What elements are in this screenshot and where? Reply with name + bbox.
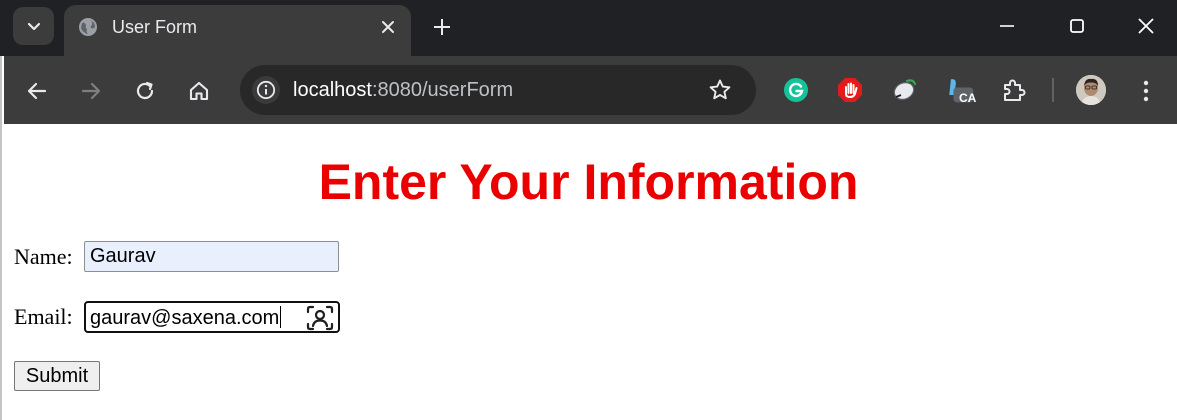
back-button[interactable]	[24, 78, 50, 104]
tab-strip: User Form	[0, 0, 1177, 56]
avatar-icon	[1076, 75, 1106, 105]
plus-icon	[434, 19, 450, 35]
url-host: localhost	[293, 79, 372, 101]
globe-icon	[79, 18, 97, 36]
extensions-button[interactable]	[1000, 76, 1028, 104]
adblock-extension[interactable]	[836, 76, 864, 104]
close-window-button[interactable]	[1134, 14, 1158, 38]
tab-close-button[interactable]	[378, 17, 398, 37]
email-value: gaurav@saxena.com	[90, 306, 282, 330]
profile-avatar[interactable]	[1076, 75, 1106, 105]
active-tab[interactable]: User Form	[64, 5, 411, 56]
name-row: Name:	[14, 241, 354, 273]
close-icon	[382, 21, 394, 33]
name-input[interactable]	[84, 241, 339, 272]
submit-button[interactable]: Submit	[14, 361, 100, 391]
mouse-extension[interactable]	[891, 76, 919, 104]
toolbar-divider	[1052, 78, 1054, 102]
autofill-button[interactable]	[306, 305, 334, 331]
maximize-icon	[1070, 19, 1084, 33]
adblock-icon	[838, 78, 862, 102]
page-title: Enter Your Information	[318, 154, 859, 210]
window-edge	[0, 56, 2, 420]
browser-toolbar: localhost:8080/userForm CA	[4, 56, 1177, 124]
arrow-right-icon	[81, 82, 101, 100]
email-value-text: gaurav@saxena.com	[90, 307, 280, 329]
extensions-puzzle-icon	[1004, 79, 1026, 101]
arrow-left-icon	[27, 82, 47, 100]
email-input[interactable]: gaurav@saxena.com	[84, 301, 340, 333]
contact-autofill-icon	[306, 305, 334, 331]
reload-icon	[136, 81, 154, 100]
close-icon	[1138, 18, 1154, 34]
tab-search-button[interactable]	[13, 7, 54, 45]
forward-button[interactable]	[78, 78, 104, 104]
minimize-button[interactable]	[995, 14, 1019, 38]
ca-badge-text: CA	[959, 91, 977, 105]
home-icon	[189, 81, 209, 101]
ca-extension[interactable]: CA	[946, 76, 977, 105]
star-icon	[709, 79, 731, 100]
site-info-button[interactable]	[252, 76, 280, 104]
info-icon	[256, 80, 276, 100]
email-row: Email: gaurav@saxena.com	[14, 301, 354, 333]
mouse-extension-icon	[893, 79, 917, 100]
name-label: Name:	[14, 244, 73, 269]
browser-menu-button[interactable]	[1136, 78, 1156, 104]
new-tab-button[interactable]	[430, 15, 454, 39]
reload-button[interactable]	[132, 78, 158, 104]
minimize-icon	[1000, 25, 1014, 27]
home-button[interactable]	[186, 78, 212, 104]
url-path: :8080/userForm	[371, 79, 514, 101]
email-label: Email:	[14, 304, 73, 329]
grammarly-extension[interactable]	[782, 76, 810, 104]
bookmark-button[interactable]	[707, 77, 733, 103]
grammarly-icon	[784, 78, 808, 102]
url-text: localhost:8080/userForm	[293, 78, 513, 102]
more-vert-icon	[1143, 80, 1149, 102]
maximize-button[interactable]	[1065, 14, 1089, 38]
address-bar[interactable]: localhost:8080/userForm	[240, 65, 756, 115]
text-caret	[280, 306, 282, 328]
chevron-down-icon	[27, 22, 40, 31]
tab-title: User Form	[112, 17, 197, 37]
